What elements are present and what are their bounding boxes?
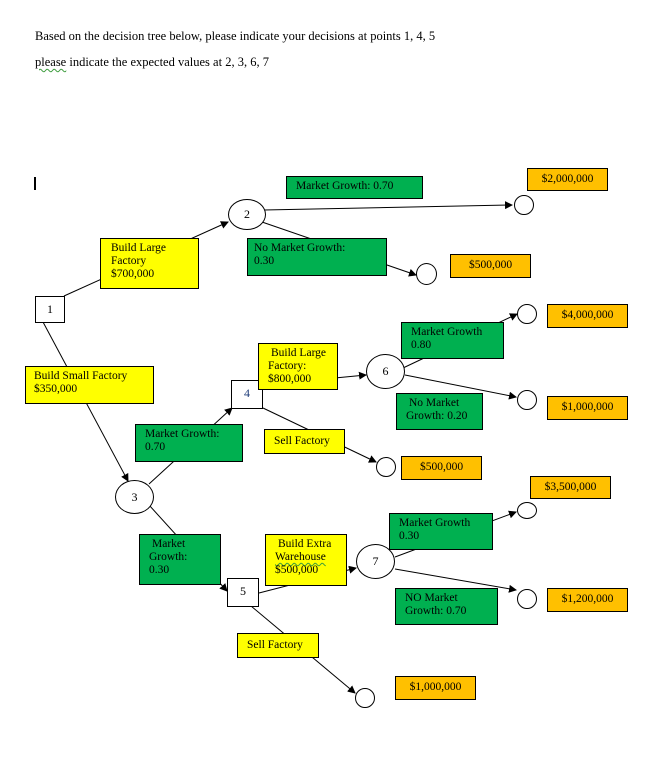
prob-node2-growth: Market Growth: 0.70 [286, 176, 423, 199]
decision-sell-factory-4: Sell Factory [264, 429, 345, 454]
prob-node2-no-growth: No Market Growth: 0.30 [247, 238, 387, 276]
payoff-2-no-growth: $500,000 [450, 254, 531, 278]
payoff-2-growth: $2,000,000 [527, 168, 608, 191]
label-line: Warehouse [275, 551, 326, 563]
label-line: Growth: [149, 551, 188, 563]
terminal-node [514, 195, 534, 215]
payoff-6-no-growth: $1,000,000 [547, 396, 628, 420]
prob-node3-growth: Market Growth: 0.70 [135, 424, 243, 462]
payoff-6-growth: $4,000,000 [547, 304, 628, 328]
payoff-7-growth: $3,500,000 [530, 476, 611, 499]
decision-sell-factory-5: Sell Factory [237, 633, 319, 658]
payoff-4-sell: $500,000 [401, 456, 482, 480]
label-line: Build Large [271, 347, 327, 359]
label-line: Build Extra [278, 538, 332, 550]
label-line: $700,000 [111, 268, 155, 280]
prob-node7-no-growth: NO Market Growth: 0.70 [395, 588, 498, 625]
label-line: Factory [111, 255, 147, 267]
label-line: $500,000 [275, 564, 319, 576]
label-line: 0.30 [149, 564, 170, 576]
label-line: $800,000 [268, 373, 312, 385]
decision-build-extra-warehouse: Build Extra Warehouse $500,000 [265, 534, 347, 586]
terminal-node [355, 688, 375, 708]
label-line: Market Growth: [145, 428, 220, 440]
decision-node-1: 1 [35, 296, 65, 323]
label-line: Growth: 0.20 [406, 410, 468, 422]
prob-node6-no-growth: No Market Growth: 0.20 [396, 393, 483, 430]
terminal-node [517, 589, 537, 609]
chance-node-3: 3 [115, 480, 154, 514]
label-line: No Market Growth: [254, 242, 346, 254]
decision-node-5: 5 [227, 578, 259, 607]
prob-node7-growth: Market Growth 0.30 [389, 513, 493, 550]
label-line: 0.70 [145, 441, 166, 453]
decision-build-large-factory: Build Large Factory $700,000 [100, 238, 199, 289]
label-line: 0.30 [254, 255, 275, 267]
label-line: No Market [409, 397, 460, 409]
payoff-5-sell: $1,000,000 [395, 676, 476, 700]
terminal-node [416, 263, 437, 285]
prob-node6-growth: Market Growth 0.80 [401, 322, 504, 359]
prob-node3-no-growth: Market Growth: 0.30 [139, 534, 221, 585]
label-line: Factory: [268, 360, 307, 372]
label-line: $350,000 [34, 383, 78, 395]
edge-7-no-growth [394, 568, 517, 593]
terminal-node [517, 502, 537, 519]
decision-build-large-factory-4: Build Large Factory: $800,000 [258, 343, 338, 390]
decision-build-small-factory: Build Small Factory $350,000 [25, 366, 154, 404]
label-line: Growth: 0.70 [405, 605, 467, 617]
label-line: Build Small Factory [34, 370, 128, 382]
chance-node-6: 6 [366, 354, 405, 389]
terminal-node [517, 304, 537, 324]
label-line: Market Growth [399, 517, 471, 529]
chance-node-2: 2 [228, 199, 266, 230]
label-line: Market [152, 538, 186, 550]
label-line: 0.30 [399, 530, 420, 542]
payoff-7-no-growth: $1,200,000 [547, 588, 628, 612]
label-line: Market Growth [411, 326, 483, 338]
terminal-node [376, 457, 396, 477]
label-line: 0.80 [411, 339, 432, 351]
label-line: Build Large [111, 242, 167, 254]
terminal-node [517, 390, 537, 410]
edge-2-growth [263, 201, 513, 211]
label-line: NO Market [405, 592, 458, 604]
